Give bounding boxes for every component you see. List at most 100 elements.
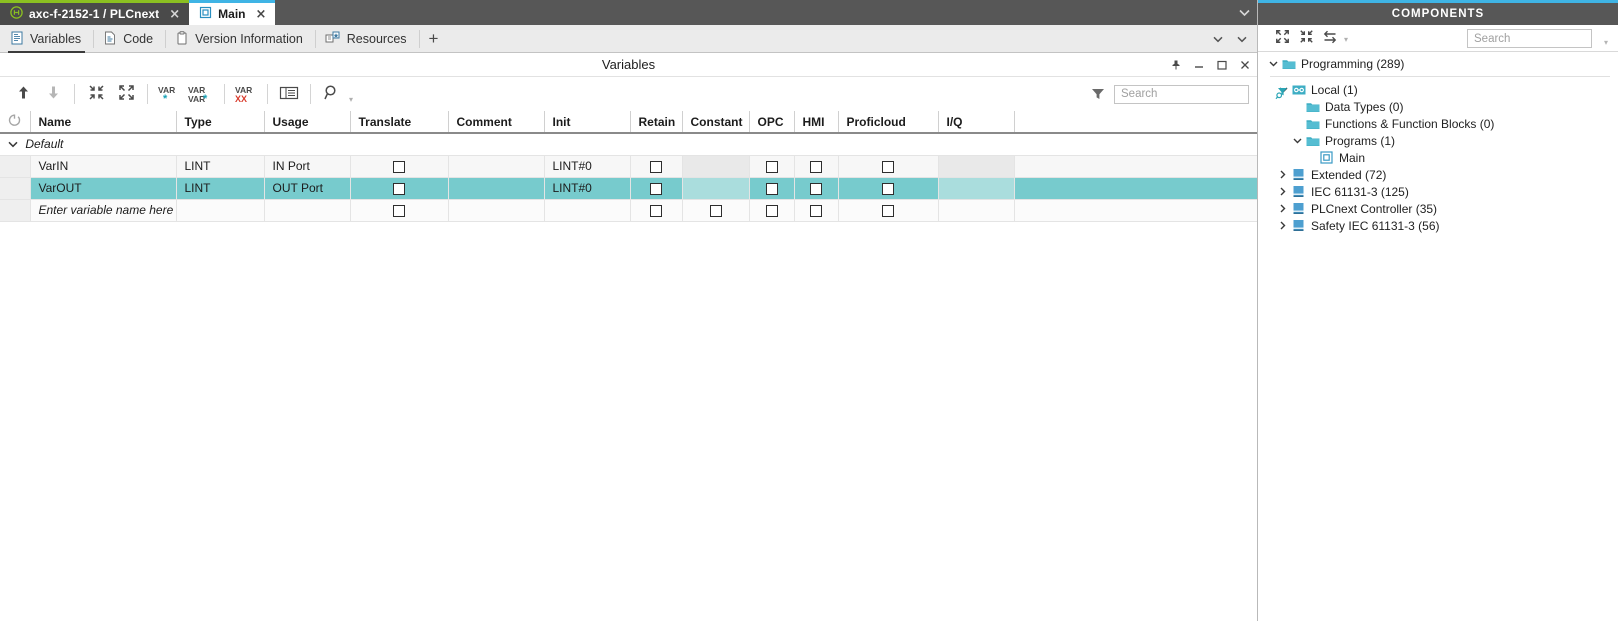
filter-icon[interactable] (1090, 86, 1106, 102)
components-search-input[interactable] (1474, 30, 1618, 47)
cell-comment[interactable] (448, 177, 545, 200)
column-header-comment[interactable]: Comment (448, 111, 545, 134)
new-variable-name-input[interactable]: Enter variable name here (30, 199, 177, 222)
table-row[interactable]: VarIN LINT IN Port LINT#0 (0, 155, 1257, 178)
proficloud-checkbox[interactable] (882, 160, 894, 173)
close-icon[interactable] (1238, 58, 1251, 72)
column-header-proficloud[interactable]: Proficloud (838, 111, 939, 134)
retain-checkbox[interactable] (650, 160, 662, 173)
cell-type[interactable]: LINT (176, 155, 265, 178)
column-header-init[interactable]: Init (544, 111, 631, 134)
cell-type[interactable]: LINT (176, 177, 265, 200)
cell-comment[interactable] (448, 199, 545, 222)
cell-opc[interactable] (749, 199, 795, 222)
cell-init[interactable] (544, 199, 631, 222)
find-button[interactable] (317, 79, 347, 109)
find-options-chevron-down-icon[interactable]: ▾ (349, 95, 353, 104)
components-sync-button[interactable] (1318, 26, 1342, 50)
column-header-name[interactable]: Name (30, 111, 177, 134)
cell-retain[interactable] (630, 177, 683, 200)
expand-all-button[interactable] (111, 79, 141, 109)
cell-type[interactable] (176, 199, 265, 222)
translate-checkbox[interactable] (393, 182, 405, 195)
table-group-row[interactable]: Default (0, 133, 1257, 156)
twisty-collapsed-icon[interactable] (1276, 204, 1290, 213)
cell-name[interactable]: VarIN (30, 155, 177, 178)
opc-checkbox[interactable] (765, 204, 778, 217)
move-up-button[interactable] (8, 79, 38, 109)
cell-hmi[interactable] (794, 199, 839, 222)
cell-init[interactable]: LINT#0 (544, 177, 631, 200)
delete-variable-button[interactable]: VAR XX (231, 79, 261, 109)
cell-retain[interactable] (630, 155, 683, 178)
cell-constant[interactable] (682, 199, 750, 222)
opc-checkbox[interactable] (765, 160, 778, 173)
tree-item-extended[interactable]: Extended (72) (1258, 166, 1618, 183)
tree-item-programs[interactable]: Programs (1) (1258, 132, 1618, 149)
subtab-variables[interactable]: Variables (0, 25, 93, 53)
column-header-constant[interactable]: Constant (682, 111, 750, 134)
add-variable-button[interactable]: VAR * (154, 79, 184, 109)
column-header-translate[interactable]: Translate (350, 111, 449, 134)
components-collapse-all-button[interactable] (1294, 26, 1318, 50)
column-header-type[interactable]: Type (176, 111, 265, 134)
subtab-code[interactable]: Code (93, 25, 165, 53)
add-subtab-button[interactable]: + (418, 25, 449, 53)
opc-checkbox[interactable] (765, 182, 778, 195)
components-expand-all-button[interactable] (1270, 26, 1294, 50)
components-panel-menu-chevron-down-icon[interactable]: ▾ (1604, 38, 1608, 47)
tab-main-close-icon[interactable]: × (256, 8, 267, 21)
tree-item-iec-61131-3[interactable]: IEC 61131-3 (125) (1258, 183, 1618, 200)
twisty-collapsed-icon[interactable] (1276, 221, 1290, 230)
hmi-checkbox[interactable] (810, 204, 822, 217)
variables-table-container[interactable]: Name Type Usage Translate Comment Init R… (0, 111, 1257, 621)
proficloud-checkbox[interactable] (882, 182, 894, 195)
cell-name[interactable]: VarOUT (30, 177, 177, 200)
retain-checkbox[interactable] (650, 204, 662, 217)
translate-checkbox[interactable] (393, 204, 405, 217)
duplicate-variable-button[interactable]: VAR VAR * (184, 79, 218, 109)
table-group-cell[interactable]: Default (0, 133, 1257, 156)
cell-translate[interactable] (350, 199, 449, 222)
twisty-expanded-icon[interactable] (1290, 138, 1304, 144)
variables-search-box[interactable] (1114, 84, 1287, 104)
cell-comment[interactable] (448, 155, 545, 178)
cell-opc[interactable] (749, 177, 795, 200)
hmi-checkbox[interactable] (810, 160, 822, 173)
maximize-icon[interactable] (1215, 58, 1228, 72)
subtab-version-information[interactable]: Version Information (165, 25, 315, 53)
cell-usage[interactable] (264, 199, 351, 222)
minimize-icon[interactable] (1192, 58, 1205, 72)
row-handle[interactable] (0, 155, 31, 178)
collapse-all-button[interactable] (81, 79, 111, 109)
search-input[interactable] (1121, 85, 1275, 103)
twisty-expanded-icon[interactable] (1266, 61, 1280, 67)
subtab-menu-chevron-down-icon[interactable] (1237, 32, 1247, 46)
components-search-box[interactable] (1467, 29, 1618, 48)
cell-hmi[interactable] (794, 177, 839, 200)
translate-checkbox[interactable] (393, 160, 405, 173)
tree-item-data-types[interactable]: Data Types (0) (1258, 98, 1618, 115)
column-chooser-icon[interactable] (7, 114, 22, 131)
table-settings-button[interactable] (274, 79, 304, 109)
column-header-opc[interactable]: OPC (749, 111, 795, 134)
cell-retain[interactable] (630, 199, 683, 222)
cell-init[interactable]: LINT#0 (544, 155, 631, 178)
column-header-handle[interactable] (0, 111, 31, 134)
cell-proficloud[interactable] (838, 199, 939, 222)
table-row-new[interactable]: Enter variable name here (0, 199, 1257, 222)
hmi-checkbox[interactable] (810, 182, 822, 195)
tree-item-safety-iec-61131-3[interactable]: Safety IEC 61131-3 (56) (1258, 217, 1618, 234)
cell-opc[interactable] (749, 155, 795, 178)
column-header-retain[interactable]: Retain (630, 111, 683, 134)
group-twisty-chevron-down-icon[interactable] (8, 137, 22, 151)
tree-item-local[interactable]: Local (1) (1258, 81, 1618, 98)
table-row[interactable]: VarOUT LINT OUT Port LINT#0 (0, 177, 1257, 200)
column-header-iq[interactable]: I/Q (938, 111, 1015, 134)
tab-project-close-icon[interactable]: × (169, 8, 180, 21)
cell-hmi[interactable] (794, 155, 839, 178)
tab-overflow-chevron-down-icon[interactable] (1231, 0, 1257, 25)
tree-item-main[interactable]: Main (1258, 149, 1618, 166)
cell-usage[interactable]: IN Port (264, 155, 351, 178)
move-down-button[interactable] (38, 79, 68, 109)
